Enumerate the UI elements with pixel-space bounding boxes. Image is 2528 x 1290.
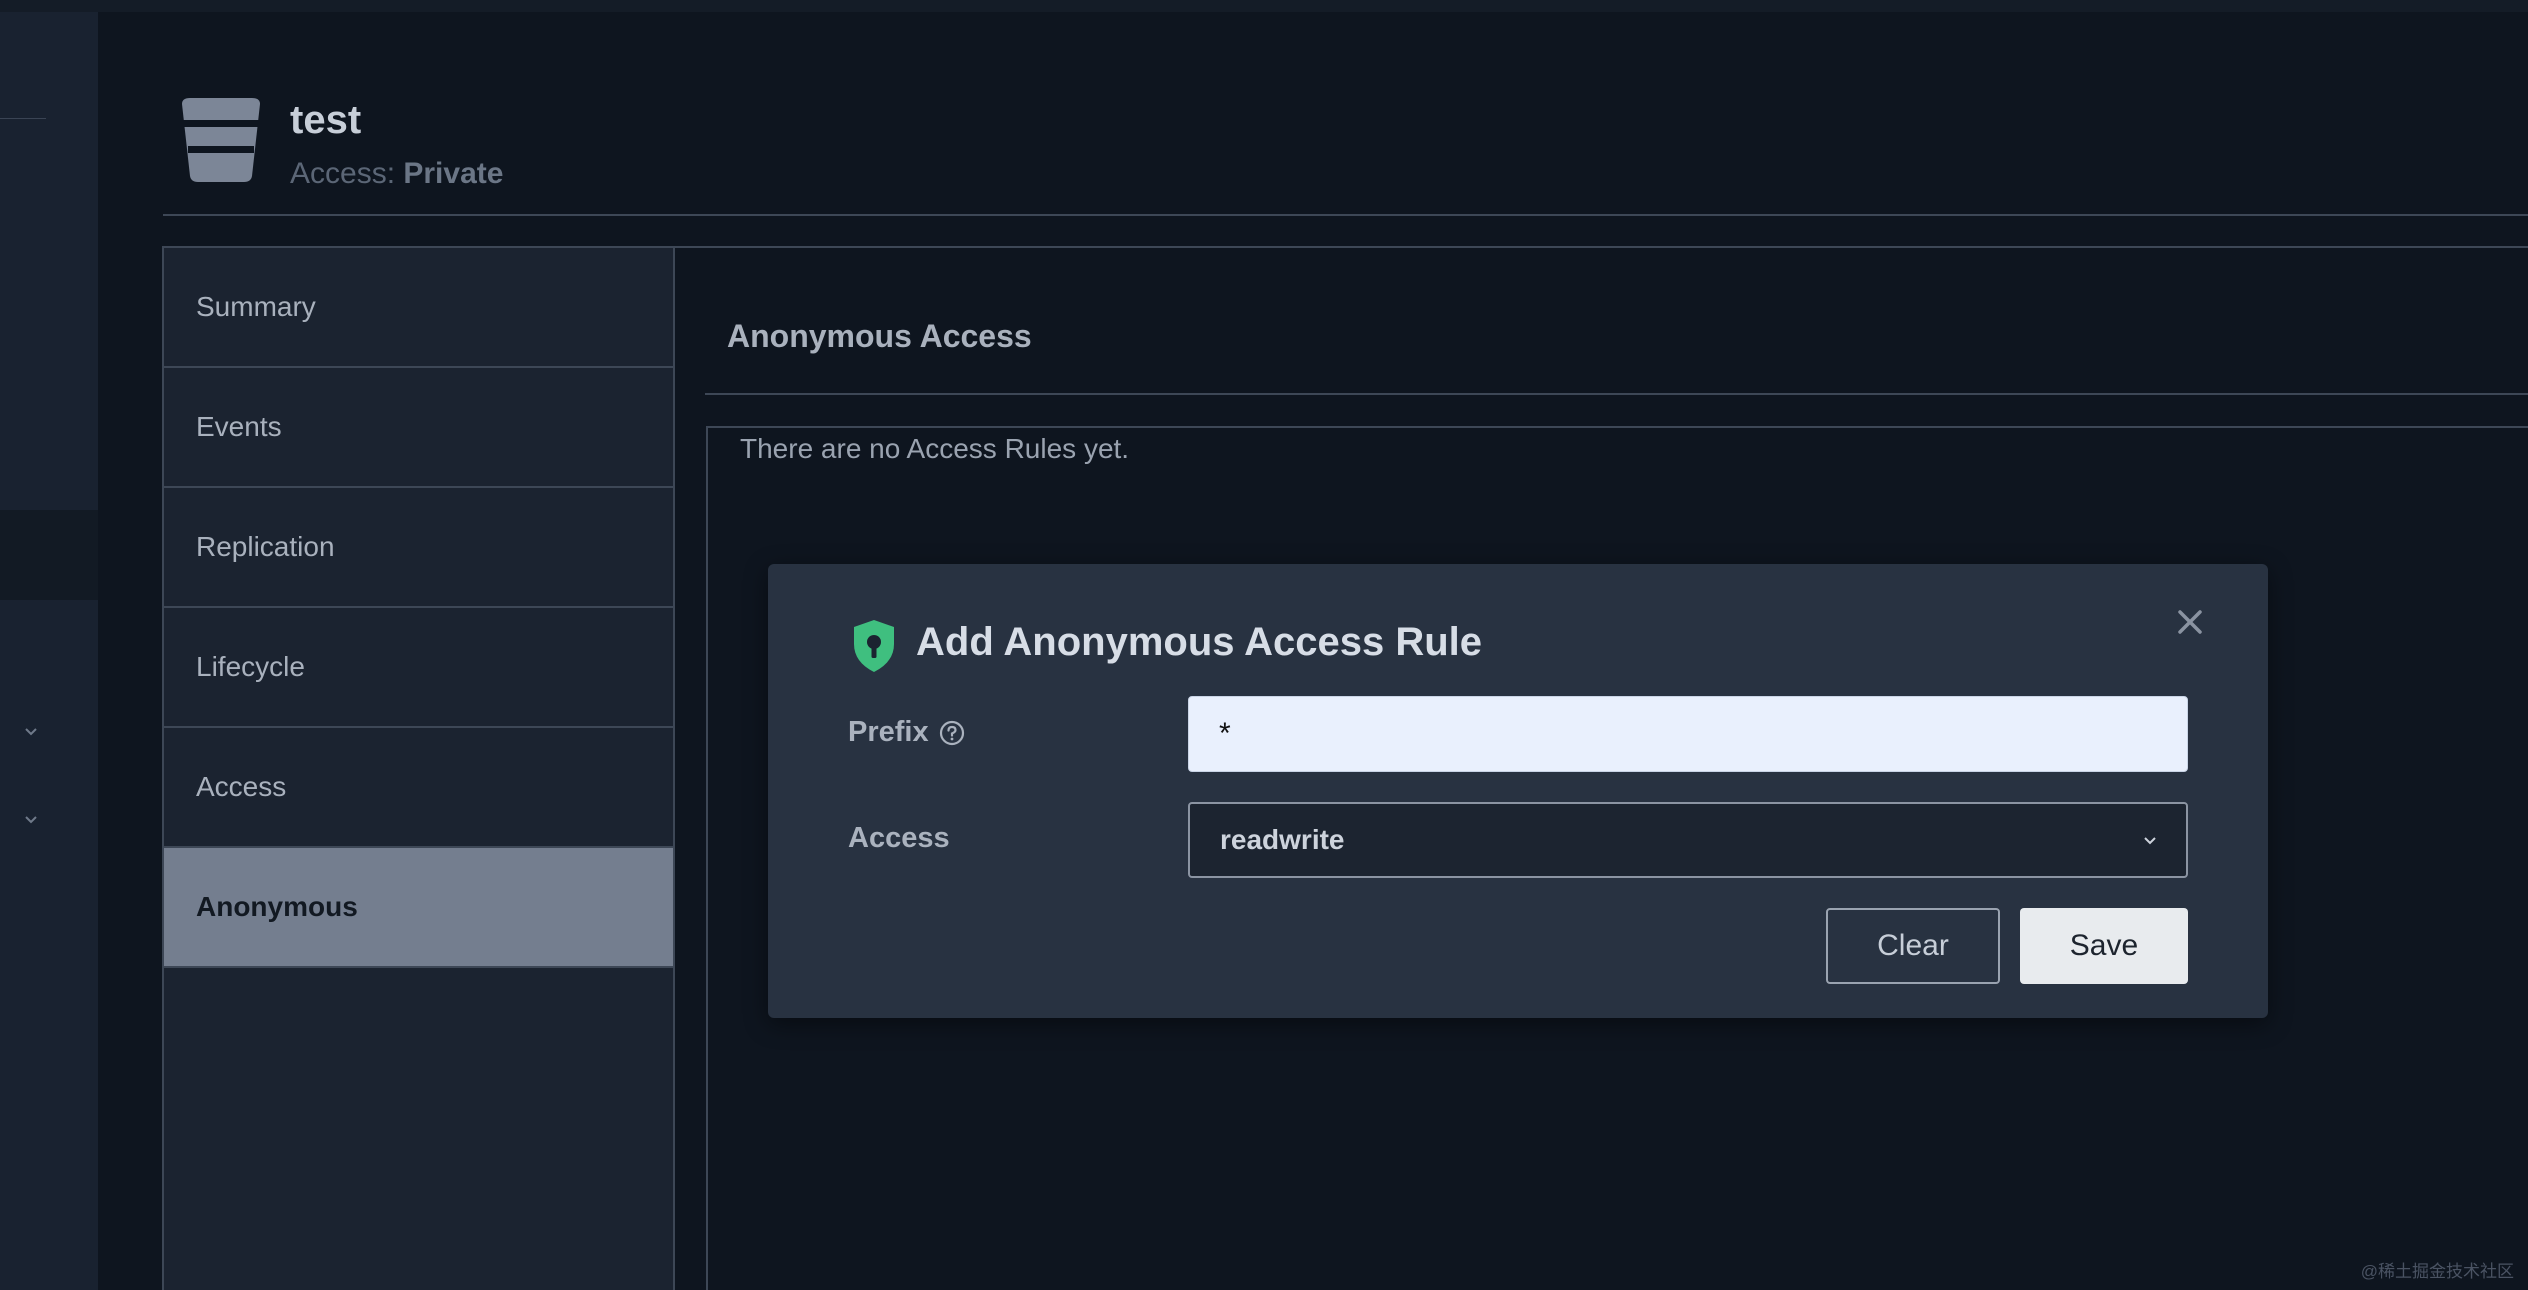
- nav-divider: [0, 118, 46, 119]
- tab-events[interactable]: Events: [164, 368, 673, 488]
- prefix-label-text: Prefix: [848, 716, 929, 748]
- bucket-tabs: Summary Events Replication Lifecycle Acc…: [162, 246, 675, 1290]
- tab-lifecycle[interactable]: Lifecycle: [164, 608, 673, 728]
- tab-label: Replication: [196, 531, 335, 562]
- access-label-text: Access: [848, 822, 950, 854]
- bucket-access-line: Access: Private: [290, 157, 503, 191]
- tab-label: Events: [196, 411, 282, 442]
- bucket-icon: [182, 98, 260, 182]
- access-field-label: Access: [848, 822, 950, 855]
- left-navigation: [0, 12, 98, 1290]
- chevron-down-icon: [2144, 837, 2156, 845]
- top-strip: [0, 0, 2528, 12]
- prefix-field-label: Prefix: [848, 716, 965, 749]
- access-select-value: readwrite: [1220, 824, 1345, 855]
- section-title: Anonymous Access: [727, 318, 1032, 354]
- tab-anonymous[interactable]: Anonymous: [164, 848, 673, 968]
- tab-label: Lifecycle: [196, 651, 305, 682]
- tab-label: Anonymous: [196, 891, 358, 922]
- shield-key-icon: [854, 620, 894, 672]
- modal-title: Add Anonymous Access Rule: [916, 620, 1483, 664]
- tab-summary[interactable]: Summary: [164, 248, 673, 368]
- clear-button[interactable]: Clear: [1826, 908, 2000, 984]
- tab-replication[interactable]: Replication: [164, 488, 673, 608]
- section-divider: [705, 393, 2528, 395]
- add-access-rule-modal: Add Anonymous Access Rule Prefix Access …: [768, 564, 2268, 1018]
- access-label: Access:: [290, 157, 396, 190]
- tab-label: Access: [196, 771, 287, 802]
- empty-rules-message: There are no Access Rules yet.: [740, 433, 1130, 464]
- chevron-down-icon[interactable]: [18, 806, 44, 832]
- chevron-down-icon[interactable]: [18, 718, 44, 744]
- prefix-input[interactable]: [1188, 696, 2188, 772]
- close-icon[interactable]: [2168, 600, 2212, 644]
- nav-selected-band: [0, 510, 98, 600]
- access-select[interactable]: readwrite: [1188, 802, 2188, 878]
- tab-access[interactable]: Access: [164, 728, 673, 848]
- watermark: @稀土掘金技术社区: [2360, 1262, 2514, 1281]
- header-divider: [163, 214, 2528, 216]
- bucket-name: test: [290, 98, 362, 142]
- help-circle-icon[interactable]: [939, 720, 965, 746]
- save-button[interactable]: Save: [2020, 908, 2188, 984]
- tab-label: Summary: [196, 291, 316, 322]
- access-value: Private: [403, 157, 504, 190]
